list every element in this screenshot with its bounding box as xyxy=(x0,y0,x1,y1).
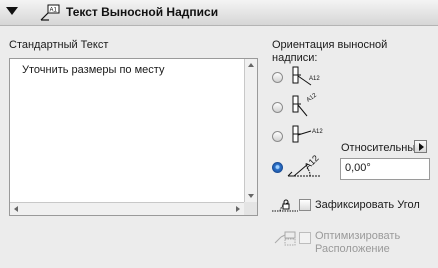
fix-angle-checkbox[interactable] xyxy=(299,199,311,211)
orient-rotated-icon: A12 xyxy=(292,92,319,117)
relative-label: Относительный xyxy=(341,142,422,154)
optimize-label-line2: Расположение xyxy=(315,243,390,255)
svg-text:A12: A12 xyxy=(306,92,319,103)
scroll-down-icon[interactable] xyxy=(248,194,254,198)
standard-text-label: Стандартный Текст xyxy=(9,39,109,51)
orientation-radio-4[interactable] xyxy=(272,162,283,173)
lock-angle-icon xyxy=(272,199,298,212)
scroll-left-icon[interactable] xyxy=(14,206,18,212)
orientation-radio-3[interactable] xyxy=(272,131,283,142)
orient-horizontal-icon: A12 xyxy=(292,125,323,143)
orient-vertical-icon: A12 xyxy=(292,66,320,86)
svg-text:A12: A12 xyxy=(302,154,320,171)
svg-text:A1: A1 xyxy=(50,8,58,14)
relative-mode-button[interactable] xyxy=(414,140,427,153)
panel-title: Текст Выносной Надписи xyxy=(66,5,219,19)
panel-header[interactable]: A1 Текст Выносной Надписи xyxy=(0,0,438,26)
label-text-area[interactable]: Уточнить размеры по месту xyxy=(9,58,258,216)
svg-text:A12: A12 xyxy=(312,129,323,135)
scroll-right-icon[interactable] xyxy=(236,206,240,212)
scrollbar-corner xyxy=(244,202,257,215)
orientation-radio-2[interactable] xyxy=(272,102,283,113)
optimize-label-line1: Оптимизировать xyxy=(315,230,401,242)
horizontal-scrollbar[interactable] xyxy=(10,202,244,215)
fix-angle-label: Зафиксировать Угол xyxy=(315,199,420,211)
label-text-value: Уточнить размеры по месту xyxy=(22,64,165,76)
optimize-placement-checkbox[interactable] xyxy=(299,232,311,244)
scroll-up-icon[interactable] xyxy=(248,63,254,67)
orient-relative-angle-icon: A12 xyxy=(287,154,321,177)
vertical-scrollbar[interactable] xyxy=(244,59,257,202)
collapse-triangle-icon[interactable] xyxy=(6,7,18,15)
angle-input[interactable]: 0,00° xyxy=(340,158,430,180)
orientation-label-line1: Ориентация выносной xyxy=(272,39,388,51)
label-marker-icon: A1 xyxy=(40,4,60,21)
optimize-placement-icon xyxy=(274,231,296,246)
orientation-radio-1[interactable] xyxy=(272,72,283,83)
svg-text:A12: A12 xyxy=(309,76,320,82)
